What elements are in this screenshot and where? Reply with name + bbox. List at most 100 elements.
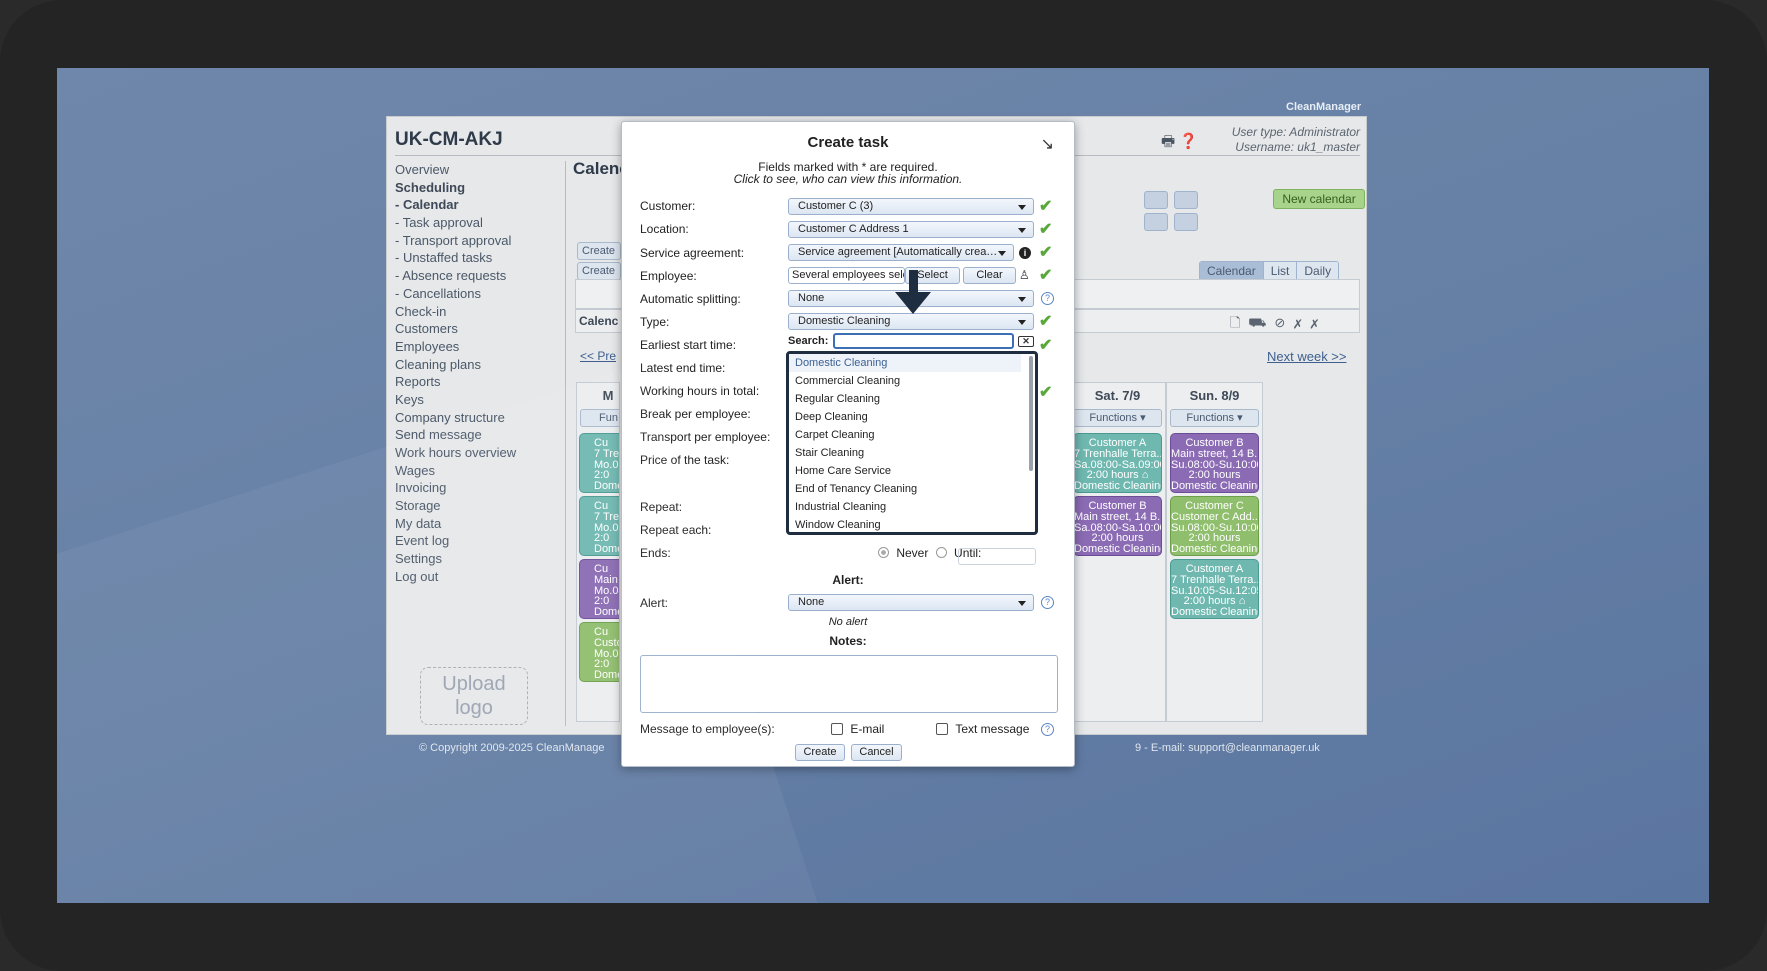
no-icon-2[interactable]: ✗ <box>1310 315 1327 330</box>
task-card[interactable]: Customer A7 Trenhalle Terra... Su.10:05-S… <box>1170 559 1259 619</box>
dropdown-option[interactable]: Deep Cleaning <box>789 408 1021 426</box>
sidebar-item[interactable]: - Unstaffed tasks <box>395 249 555 267</box>
cancel-button[interactable]: Cancel <box>851 744 902 761</box>
functions-button[interactable]: Functions ▾ <box>1073 409 1162 427</box>
employee-clear-button[interactable]: Clear <box>963 267 1016 284</box>
sidebar-item[interactable]: Settings <box>395 550 555 568</box>
sidebar-item[interactable]: Scheduling <box>395 179 555 197</box>
upload-logo[interactable]: Upload logo <box>420 667 528 725</box>
document-icon[interactable]: 🗋 <box>1230 315 1248 330</box>
previous-week-link[interactable]: << Pre <box>580 349 616 363</box>
sidebar-item[interactable]: - Task approval <box>395 214 555 232</box>
location-select[interactable]: Customer C Address 1 <box>788 221 1034 238</box>
help-icon[interactable]: ❓ <box>1179 133 1198 150</box>
task-card[interactable]: Customer A7 Trenhalle Terra... Sa.08:00-S… <box>1073 433 1162 493</box>
alert-select[interactable]: None <box>788 594 1034 611</box>
no-icon[interactable]: ✗ <box>1293 315 1310 330</box>
functions-button[interactable]: Functions ▾ <box>1170 409 1259 427</box>
task-card[interactable]: Customer B Main street, 14 B... Su.08:00-S… <box>1170 433 1259 493</box>
task-card[interactable]: CuMain stMo.08:2:0Domes <box>579 559 619 619</box>
search-label: Search: <box>788 335 829 347</box>
task-card[interactable]: Cu7 TrenhMo.08:2:0Domes <box>579 496 619 556</box>
sidebar-item[interactable]: - Cancellations <box>395 285 555 303</box>
customer-select[interactable]: Customer C (3) <box>788 198 1034 215</box>
functions-button[interactable]: Fun <box>580 409 619 427</box>
task-line: Domestic Cleaning <box>1074 543 1162 556</box>
checkmark-icon: ✔ <box>1039 198 1053 215</box>
sidebar-item[interactable]: - Calendar <box>395 196 555 214</box>
print-icon[interactable]: 🖶 <box>1161 133 1175 150</box>
organization-icon[interactable]: ♙ <box>1019 268 1030 282</box>
sidebar-item[interactable]: Wages <box>395 462 555 480</box>
next-week-link[interactable]: Next week >> <box>1267 349 1347 364</box>
dropdown-option[interactable]: Home Care Service <box>789 462 1021 480</box>
dropdown-option[interactable]: Commercial Cleaning <box>789 372 1021 390</box>
create-button-1[interactable]: Create <box>577 242 621 260</box>
tab-daily[interactable]: Daily <box>1297 262 1339 280</box>
service-agreement-select[interactable]: Service agreement [Automatically crea… <box>788 244 1014 261</box>
car-icon[interactable]: ⛟ <box>1248 315 1274 330</box>
minimize-icon[interactable]: ↘ <box>1041 134 1054 154</box>
location-label: Location: <box>640 222 689 236</box>
until-date-input[interactable] <box>958 548 1036 565</box>
ends-until-radio[interactable] <box>935 547 947 558</box>
sidebar-item[interactable]: Event log <box>395 532 555 550</box>
dropdown-option[interactable]: Carpet Cleaning <box>789 426 1021 444</box>
sidebar-item[interactable]: Invoicing <box>395 479 555 497</box>
help-icon[interactable]: ? <box>1041 723 1054 736</box>
hide-icon[interactable] <box>1174 191 1198 209</box>
tab-list[interactable]: List <box>1263 262 1298 280</box>
email-checkbox[interactable] <box>831 723 843 735</box>
sidebar-item[interactable]: Storage <box>395 497 555 515</box>
visibility-note[interactable]: Click to see, who can view this informat… <box>622 172 1074 186</box>
view-icon[interactable] <box>1144 191 1168 209</box>
sidebar-item[interactable]: My data <box>395 515 555 533</box>
new-calendar-button[interactable]: New calendar <box>1273 189 1365 209</box>
text-message-checkbox[interactable] <box>936 723 948 735</box>
dropdown-option[interactable]: Industrial Cleaning <box>789 498 1021 516</box>
employee-field[interactable]: Several employees sele <box>788 267 905 284</box>
task-card[interactable]: CuCustomMo.08:2:0Domes <box>579 622 619 682</box>
sidebar-item[interactable]: Work hours overview <box>395 444 555 462</box>
create-button-2[interactable]: Create <box>577 262 621 280</box>
sidebar-item[interactable]: Customers <box>395 320 555 338</box>
sidebar-item[interactable]: Employees <box>395 338 555 356</box>
dropdown-scrollbar[interactable] <box>1029 356 1033 471</box>
ends-never-radio[interactable] <box>878 547 889 558</box>
dropdown-option[interactable]: Stair Cleaning <box>789 444 1021 462</box>
clear-search-icon[interactable]: ✕ <box>1018 336 1034 347</box>
sidebar-item[interactable]: Send message <box>395 426 555 444</box>
sidebar-item[interactable]: - Absence requests <box>395 267 555 285</box>
dropdown-option[interactable]: Window Cleaning <box>789 516 1021 534</box>
task-card[interactable]: Cu7 TrenhMo.08:2:0Domes <box>579 433 619 493</box>
edit-icon[interactable] <box>1144 213 1168 231</box>
help-icon[interactable]: ? <box>1041 596 1054 609</box>
tab-calendar[interactable]: Calendar <box>1200 262 1264 280</box>
info-icon[interactable]: i <box>1019 247 1031 259</box>
sidebar-item[interactable]: Reports <box>395 373 555 391</box>
notes-textarea[interactable] <box>640 655 1058 713</box>
dropdown-option[interactable]: End of Tenancy Cleaning <box>789 480 1021 498</box>
sidebar-item[interactable]: Keys <box>395 391 555 409</box>
type-search-input[interactable] <box>833 333 1014 349</box>
help-icon[interactable]: ? <box>1041 292 1054 305</box>
task-line: Cu <box>594 626 609 638</box>
hide-icon[interactable]: ⊘ <box>1274 315 1293 330</box>
dropdown-option[interactable]: Regular Cleaning <box>789 390 1021 408</box>
task-line: Domestic Cleaning <box>1074 480 1162 493</box>
sidebar-item[interactable]: Company structure <box>395 409 555 427</box>
sidebar-item[interactable]: - Transport approval <box>395 232 555 250</box>
sidebar-divider <box>565 161 566 726</box>
alert-section-title: Alert: <box>832 573 864 587</box>
message-label: Message to employee(s): <box>640 722 775 736</box>
sidebar-item[interactable]: Check-in <box>395 303 555 321</box>
sidebar-item[interactable]: Overview <box>395 161 555 179</box>
unhide-icon[interactable] <box>1174 213 1198 231</box>
create-button[interactable]: Create <box>795 744 845 761</box>
task-card[interactable]: Customer C Customer C Add... Su.08:00-Su.1… <box>1170 496 1259 556</box>
task-line: Domestic Cleaning <box>1171 606 1259 619</box>
sidebar-item[interactable]: Cleaning plans <box>395 356 555 374</box>
task-card[interactable]: Customer B Main street, 14 B... Sa.08:00-S… <box>1073 496 1162 556</box>
sidebar-item[interactable]: Log out <box>395 568 555 586</box>
dropdown-option[interactable]: Domestic Cleaning <box>789 354 1021 372</box>
